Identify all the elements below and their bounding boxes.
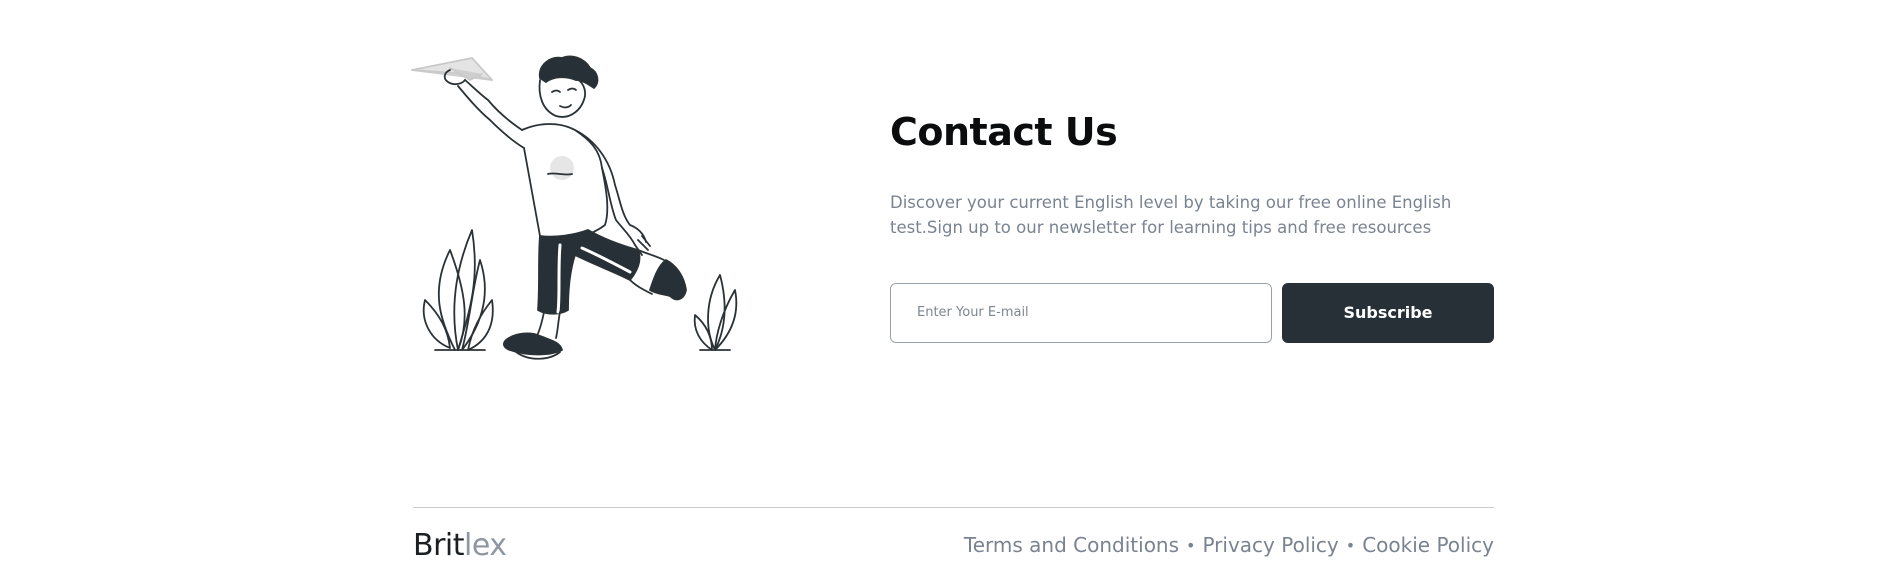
paper-plane-boy-illustration — [410, 50, 770, 380]
cookie-link[interactable]: Cookie Policy — [1362, 533, 1494, 557]
brand-secondary: lex — [464, 527, 507, 563]
brand-primary: Brit — [413, 527, 465, 563]
subscribe-button[interactable]: Subscribe — [1282, 282, 1494, 343]
contact-section: Contact Us Discover your current English… — [890, 110, 1494, 343]
subscribe-form: Subscribe — [890, 282, 1494, 343]
link-separator: • — [1345, 535, 1356, 555]
plant-left-icon — [422, 229, 494, 351]
contact-description: Discover your current English level by t… — [890, 192, 1452, 237]
paper-plane-icon — [411, 57, 493, 81]
link-separator: • — [1186, 535, 1196, 555]
footer-divider — [413, 507, 1494, 508]
privacy-link[interactable]: Privacy Policy — [1202, 533, 1338, 557]
plant-right-icon — [693, 274, 738, 351]
contact-title: Contact Us — [890, 110, 1118, 154]
footer: Britlex Terms and Conditions • Privacy P… — [413, 525, 1494, 565]
page: Contact Us Discover your current English… — [0, 0, 1898, 582]
terms-link[interactable]: Terms and Conditions — [964, 533, 1179, 557]
brand-logo[interactable]: Britlex — [413, 528, 507, 563]
email-input[interactable] — [890, 282, 1272, 343]
footer-links: Terms and Conditions • Privacy Policy • … — [964, 533, 1494, 557]
